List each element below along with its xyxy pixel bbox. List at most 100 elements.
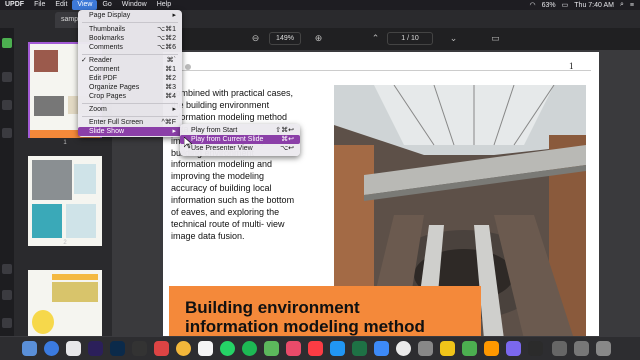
- menu-help[interactable]: Help: [152, 0, 176, 10]
- app-icon[interactable]: [506, 341, 521, 356]
- page-total: 10: [410, 35, 419, 42]
- edit-tool-icon[interactable]: [2, 100, 12, 110]
- comment-tool-icon[interactable]: [2, 72, 12, 82]
- app-store-icon[interactable]: [374, 341, 389, 356]
- menu-item-page-display[interactable]: Page Display ▸: [78, 11, 182, 20]
- downloads-icon[interactable]: [552, 341, 567, 356]
- menu-item-crop-pages[interactable]: Crop Pages ⌘4: [78, 92, 182, 101]
- menu-shortcut: ^⌘F: [161, 119, 176, 126]
- menu-app-updf[interactable]: UPDF: [0, 0, 29, 10]
- view-menu: Page Display ▸ Thumbnails ⌥⌘1 Bookmarks ⌥⌘2…: [78, 10, 182, 137]
- menu-item-comment[interactable]: Comment ⌘1: [78, 65, 182, 74]
- menu-item-comments[interactable]: Comments ⌥⌘6: [78, 43, 182, 52]
- page-indicator[interactable]: 1 / 10: [387, 32, 433, 45]
- final-cut-icon[interactable]: [132, 341, 147, 356]
- menu-item-label: Bookmarks: [89, 35, 125, 42]
- menu-item-thumbnails[interactable]: Thumbnails ⌥⌘1: [78, 25, 182, 34]
- thumb-text-block: [66, 204, 96, 238]
- menu-item-label: Comment: [89, 66, 120, 73]
- app-icon[interactable]: [418, 341, 433, 356]
- page-current: 1: [401, 35, 406, 42]
- music-icon[interactable]: [308, 341, 323, 356]
- page-down-icon[interactable]: ⌄: [448, 33, 459, 44]
- menu-go[interactable]: Go: [97, 0, 116, 10]
- zoom-out-icon[interactable]: ⊖: [250, 33, 261, 44]
- app-icon[interactable]: [528, 341, 543, 356]
- trash-icon[interactable]: [596, 341, 611, 356]
- menu-item-edit-pdf[interactable]: Edit PDF ⌘2: [78, 74, 182, 83]
- clock[interactable]: Thu 7:40 AM: [574, 2, 614, 9]
- thumbnail-page-2[interactable]: [28, 156, 102, 246]
- thumbnail-page-3[interactable]: [28, 270, 102, 336]
- thumb-circle: [32, 310, 54, 334]
- attachment-icon[interactable]: [2, 290, 12, 300]
- comment-icon[interactable]: ▭: [490, 33, 501, 44]
- menu-item-reader[interactable]: ✓ Reader ⌘`: [78, 56, 182, 65]
- menu-window[interactable]: Window: [117, 0, 152, 10]
- menu-shortcut: ⌥⌘1: [157, 26, 176, 33]
- body-text: combined with practical cases, the buildi…: [171, 88, 333, 243]
- body-text-line: information such as the bottom: [171, 195, 295, 206]
- menu-separator: [82, 22, 178, 23]
- organize-tool-icon[interactable]: [2, 128, 12, 138]
- menu-item-label: Comments: [89, 44, 123, 51]
- menu-item-enter-full-screen[interactable]: Enter Full Screen ^⌘F: [78, 118, 182, 127]
- menu-item-zoom[interactable]: Zoom ▸: [78, 105, 182, 114]
- wifi-icon[interactable]: ◠: [530, 1, 536, 9]
- app-icon[interactable]: [330, 341, 345, 356]
- menu-edit[interactable]: Edit: [50, 0, 72, 10]
- dock: [0, 336, 640, 360]
- menu-view[interactable]: View: [72, 0, 98, 10]
- calendar-icon[interactable]: [154, 341, 169, 356]
- pdf-page[interactable]: 1 combined with practical cases, the buil…: [163, 52, 599, 339]
- folder-icon[interactable]: [574, 341, 589, 356]
- thumbnails-icon[interactable]: [2, 38, 12, 48]
- menu-item-use-presenter-view[interactable]: Use Presenter View ⌥↩: [180, 144, 300, 153]
- layers-icon[interactable]: [2, 318, 12, 328]
- zoom-level[interactable]: 149%: [269, 32, 301, 45]
- premiere-icon[interactable]: [88, 341, 103, 356]
- control-center-icon[interactable]: ≡: [630, 2, 634, 9]
- menu-separator: [82, 116, 178, 117]
- chrome-icon[interactable]: [396, 341, 411, 356]
- excel-icon[interactable]: [352, 341, 367, 356]
- finder-icon[interactable]: [22, 341, 37, 356]
- app-icon[interactable]: [198, 341, 213, 356]
- photos-icon[interactable]: [176, 341, 191, 356]
- safari-icon[interactable]: [44, 341, 59, 356]
- thumbnail-number-2: 2: [63, 240, 67, 246]
- body-text-line: combined with practical cases,: [171, 88, 294, 98]
- menu-shortcut: ⌘3: [165, 84, 176, 91]
- battery-icon[interactable]: ▭: [562, 1, 569, 9]
- menu-separator: [82, 103, 178, 104]
- tab-title: samp: [61, 16, 79, 23]
- page-separator: /: [407, 35, 410, 42]
- photoshop-icon[interactable]: [110, 341, 125, 356]
- messages-icon[interactable]: [264, 341, 279, 356]
- header-rule: [171, 70, 591, 71]
- menu-file[interactable]: File: [29, 0, 50, 10]
- spotify-icon[interactable]: [242, 341, 257, 356]
- menu-item-play-from-current-slide[interactable]: Play from Current Slide ⌘↩: [180, 135, 300, 144]
- page-up-icon[interactable]: ⌃: [370, 33, 381, 44]
- sublime-icon[interactable]: [484, 341, 499, 356]
- menu-item-organize-pages[interactable]: Organize Pages ⌘3: [78, 83, 182, 92]
- app-icon[interactable]: [462, 341, 477, 356]
- menu-item-label: Play from Current Slide: [191, 136, 264, 143]
- app-icon[interactable]: [286, 341, 301, 356]
- menu-item-play-from-start[interactable]: Play from Start ⇧⌘↩: [180, 126, 300, 135]
- menu-shortcut: ⇧⌘↩: [275, 127, 294, 134]
- menu-item-slide-show[interactable]: Slide Show ▸: [78, 127, 182, 136]
- launchpad-icon[interactable]: [66, 341, 81, 356]
- notes-icon[interactable]: [440, 341, 455, 356]
- body-text-line: improving the modeling: [171, 171, 265, 182]
- chevron-right-icon: ▸: [172, 12, 176, 19]
- battery-percent: 63%: [541, 1, 556, 9]
- zoom-in-icon[interactable]: ⊕: [313, 33, 324, 44]
- menu-item-bookmarks[interactable]: Bookmarks ⌥⌘2: [78, 34, 182, 43]
- search-icon[interactable]: ⌕: [620, 1, 624, 9]
- bookmark-icon[interactable]: [2, 264, 12, 274]
- body-text-line: of eaves, and exploring the: [171, 207, 280, 218]
- whatsapp-icon[interactable]: [220, 341, 235, 356]
- menu-item-label: Play from Start: [191, 127, 238, 134]
